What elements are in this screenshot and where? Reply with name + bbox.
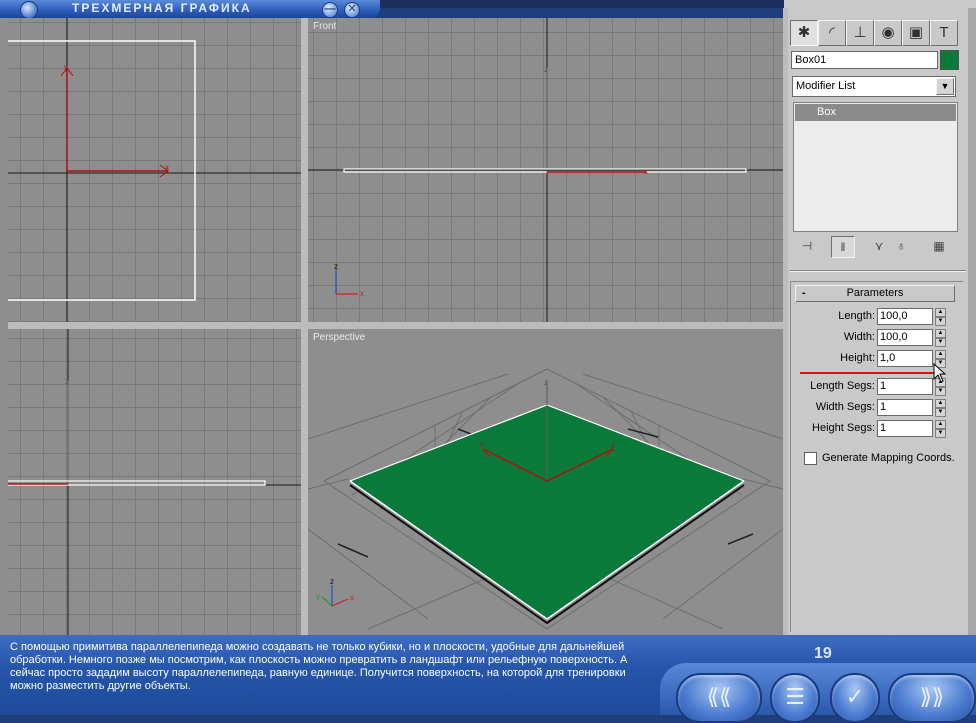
object-color-swatch[interactable] [940,50,959,70]
chevron-down-icon[interactable]: ▼ [936,78,954,95]
menu-icon: ☰ [785,684,805,709]
length-segs-input[interactable]: 1 [877,378,933,395]
display-tab-icon[interactable]: ▣ [902,20,930,46]
svg-text:x: x [644,167,648,176]
svg-text:z: z [65,377,69,386]
lesson-description: С помощью примитива параллелепипеда можн… [10,641,628,692]
viewport-left[interactable]: z [8,329,301,635]
height-segs-param: Height Segs: 1 ▲ ▼ [791,420,961,438]
hierarchy-tab-icon[interactable]: ⊥ [846,20,874,46]
svg-text:z: z [544,378,548,387]
make-unique-icon[interactable]: ⋎ [868,236,890,256]
length-param: Length: 100,0 ▲ ▼ [791,308,961,326]
object-name-input[interactable]: Box01 [791,51,938,69]
width-spinner[interactable]: ▲ ▼ [935,329,946,347]
height-input[interactable]: 1,0 [877,350,933,367]
svg-text:z: z [334,262,338,271]
modifier-list-label: Modifier List [796,80,856,92]
svg-text:y: y [316,592,320,601]
viewport-perspective[interactable]: x y z z x y Perspective [306,327,785,637]
parameters-title: Parameters [846,287,904,299]
remove-modifier-icon[interactable]: ♁ [890,236,912,256]
width-segs-input[interactable]: 1 [877,399,933,416]
left-edge [0,18,8,635]
viewport-label-perspective: Perspective [313,332,366,343]
create-tab-icon[interactable]: ✱ [790,20,818,46]
height-segs-spinner[interactable]: ▲ ▼ [935,420,946,438]
modify-tab-icon[interactable]: ◜ [818,20,846,46]
show-end-result-icon[interactable]: ‖ [831,236,855,258]
app-icon[interactable] [20,1,38,19]
menu-button[interactable]: ☰ [770,673,820,723]
top-strip-panel [784,0,976,8]
pin-stack-icon[interactable]: ⊣ [796,236,818,256]
panel-divider [790,270,966,272]
viewport-front[interactable]: x z z x Front [308,18,783,322]
title-bar[interactable]: ТРЕХМЕРНАЯ ГРАФИКА — ✕ [0,0,380,19]
svg-text:z: z [330,577,334,586]
stack-item-box[interactable]: Box [795,104,956,121]
check-button[interactable]: ✓ [830,673,880,723]
close-button[interactable]: ✕ [344,2,360,18]
width-param: Width: 100,0 ▲ ▼ [791,329,961,347]
viewport-splitter-horizontal[interactable] [8,322,783,329]
front-viewport-scene: x z z x [308,18,783,322]
back-button[interactable]: ⟪⟪ [676,673,762,723]
viewport-label-front: Front [313,21,337,32]
forward-button[interactable]: ⟫⟫ [888,673,976,723]
width-segs-spinner[interactable]: ▲ ▼ [935,399,946,417]
modifier-list-dropdown[interactable]: Modifier List ▼ [792,76,956,97]
left-viewport-scene: z [8,329,301,635]
configure-modifier-sets-icon[interactable]: ▦ [928,236,950,256]
page-number: 19 [814,645,832,662]
parameters-rollout-header[interactable]: - Parameters [795,285,955,302]
double-chevron-left-icon: ⟪⟪ [706,684,732,709]
svg-text:x: x [360,289,364,298]
y-axis-label: y [64,63,68,72]
stack-toolbar: ⊣ ‖ ⋎ ♁ ▦ [792,236,960,258]
length-spinner[interactable]: ▲ ▼ [935,308,946,326]
minimize-button[interactable]: — [322,2,338,18]
width-input[interactable]: 100,0 [877,329,933,346]
parameters-rollout: - Parameters Length: 100,0 ▲ ▼ Width: 100… [790,281,963,632]
top-viewport-scene: x y [8,18,301,322]
window-title: ТРЕХМЕРНАЯ ГРАФИКА [72,1,252,15]
height-segs-input[interactable]: 1 [877,420,933,437]
generate-mapping-label: Generate Mapping Coords. [822,452,955,464]
generate-mapping-checkbox[interactable] [804,452,817,465]
svg-text:x: x [350,593,354,602]
width-segs-param: Width Segs: 1 ▲ ▼ [791,399,961,417]
x-axis-label: x [165,163,169,172]
collapse-icon: - [802,287,806,299]
command-panel: ✱ ◜ ⊥ ◉ ▣ T Box01 Modifier List ▼ Box ⊣ … [788,8,968,635]
double-chevron-right-icon: ⟫⟫ [919,684,945,709]
svg-text:x: x [480,440,484,449]
svg-text:z: z [544,65,548,74]
lesson-bar: С помощью примитива параллелепипеда можн… [0,635,976,723]
panel-edge [968,8,976,635]
motion-tab-icon[interactable]: ◉ [874,20,902,46]
length-input[interactable]: 100,0 [877,308,933,325]
highlight-underline [800,372,936,374]
check-icon: ✓ [845,684,865,709]
mouse-cursor-icon [933,363,947,383]
svg-text:y: y [611,440,615,449]
modifier-stack[interactable]: Box [793,102,958,232]
perspective-viewport-scene: x y z z x y [308,368,783,630]
viewport-top[interactable]: x y [8,18,301,322]
utilities-tab-icon[interactable]: T [930,20,958,46]
